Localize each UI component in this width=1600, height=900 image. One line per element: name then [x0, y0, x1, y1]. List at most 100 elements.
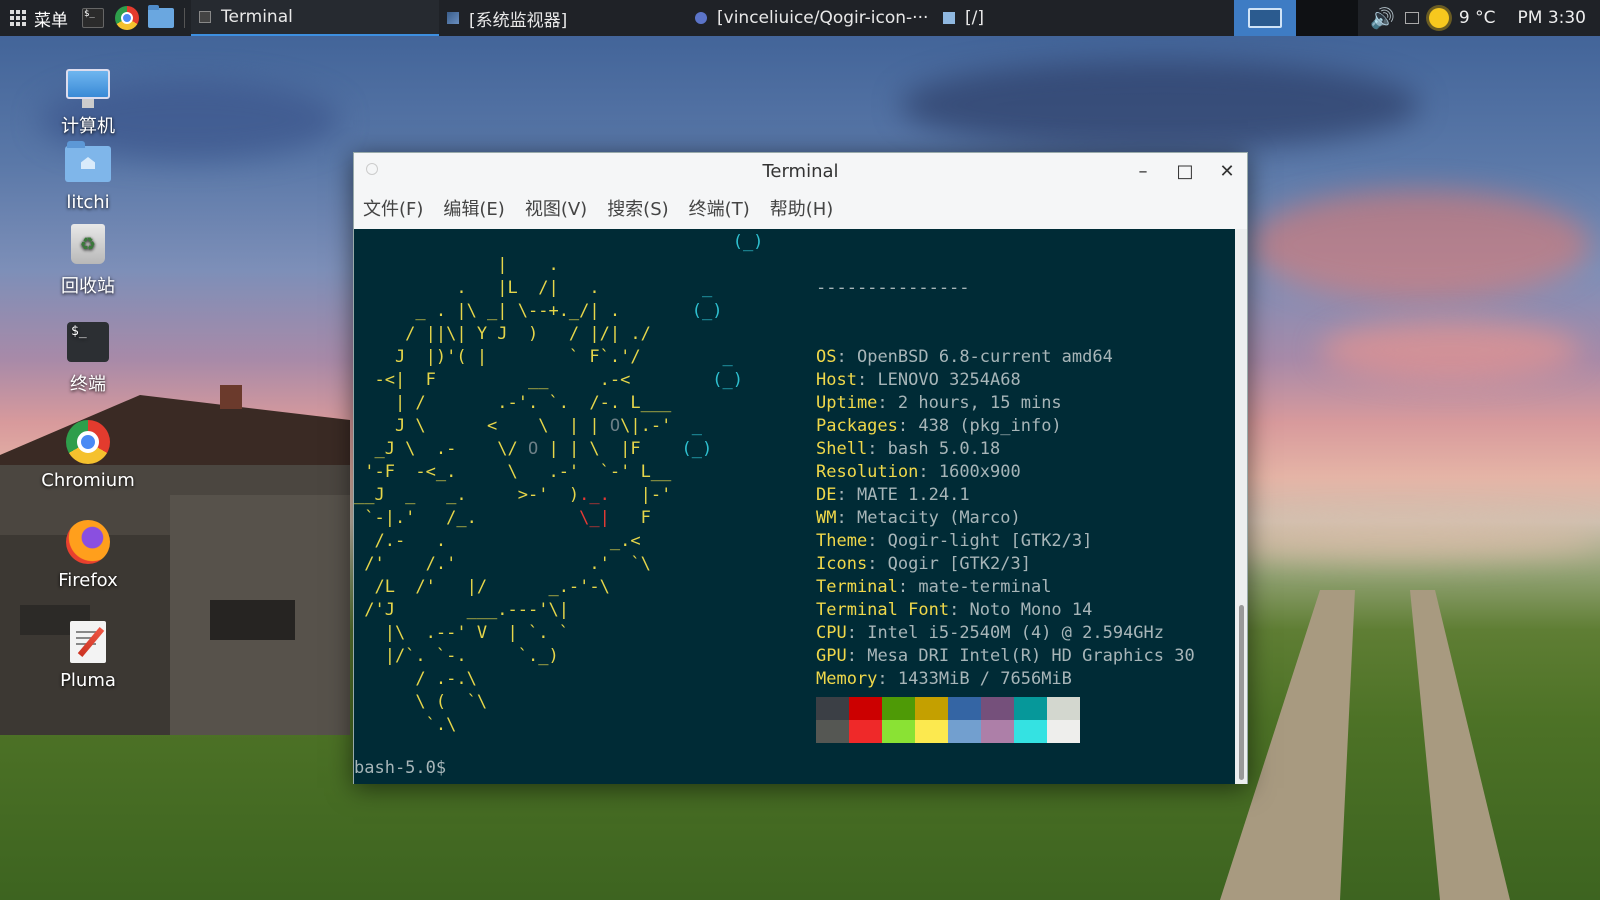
menu-terminal[interactable]: 终端(T): [689, 195, 750, 221]
volume-icon[interactable]: 🔊: [1370, 6, 1395, 30]
menu-view[interactable]: 视图(V): [525, 195, 587, 221]
info-key: CPU: [816, 623, 847, 643]
info-value: 2 hours, 15 mins: [897, 393, 1062, 413]
info-row: Shell: bash 5.0.18: [816, 439, 1001, 459]
info-value: bash 5.0.18: [887, 439, 1001, 459]
info-key: Resolution: [816, 462, 919, 482]
weather-sun-icon[interactable]: [1428, 8, 1449, 28]
task-terminal[interactable]: Terminal: [191, 0, 439, 36]
desktop-icon-terminal[interactable]: $_ 终端: [38, 318, 138, 396]
task-label: Terminal: [221, 7, 293, 27]
info-value: Mesa DRI Intel(R) HD Graphics 30: [867, 646, 1195, 666]
window-menubar: 文件(F) 编辑(E) 视图(V) 搜索(S) 终端(T) 帮助(H): [354, 189, 1247, 227]
info-key: Terminal: [816, 577, 898, 597]
menu-file[interactable]: 文件(F): [363, 195, 423, 221]
menu-search[interactable]: 搜索(S): [607, 195, 668, 221]
info-row: Terminal: mate-terminal: [816, 577, 1052, 597]
folder-icon: [148, 5, 174, 28]
desktop-icon-trash[interactable]: ♻ 回收站: [38, 220, 138, 298]
workspace-1[interactable]: [1234, 0, 1296, 36]
info-value: mate-terminal: [918, 577, 1052, 597]
color-swatch: [948, 720, 981, 743]
chromium-launcher[interactable]: [112, 3, 142, 33]
minimize-button[interactable]: –: [1133, 161, 1153, 182]
desktop-icon-label: litchi: [66, 192, 110, 213]
desktop-icon-label: Firefox: [58, 570, 118, 591]
workspace-preview: [1248, 8, 1282, 28]
task-system-monitor[interactable]: [系统监视器]: [439, 0, 687, 36]
terminal-launcher[interactable]: $_: [78, 3, 108, 33]
info-key: OS: [816, 347, 837, 367]
folder-icon: [943, 12, 955, 24]
window-menu-icon[interactable]: [366, 163, 378, 175]
info-row: Terminal Font: Noto Mono 14: [816, 600, 1093, 620]
info-row: Uptime: 2 hours, 15 mins: [816, 393, 1062, 413]
desktop-icon-chromium[interactable]: Chromium: [38, 418, 138, 491]
desktop-icon-label: 计算机: [61, 116, 115, 137]
desktop-icon-label: 回收站: [61, 276, 115, 297]
info-key: Memory: [816, 669, 878, 689]
color-swatch: [1014, 720, 1047, 743]
info-row: Theme: Qogir-light [GTK2/3]: [816, 531, 1093, 551]
shell-prompt[interactable]: bash-5.0$: [354, 757, 446, 780]
terminal-scrollbar[interactable]: [1235, 229, 1247, 784]
panel-tray: 🔊 9 °C PM 3:30: [1234, 0, 1600, 36]
color-swatch: [882, 697, 915, 720]
home-folder-launcher[interactable]: [146, 3, 176, 33]
terminal-icon: $_: [67, 322, 109, 362]
color-swatch: [1014, 697, 1047, 720]
task-file-manager[interactable]: [/]: [935, 0, 1015, 36]
main-menu-button[interactable]: 菜单: [0, 0, 76, 36]
text-editor-icon: [70, 621, 106, 663]
info-row: Host: LENOVO 3254A68: [816, 370, 1021, 390]
system-info: --------------- OS: OpenBSD 6.8-current …: [816, 231, 1195, 737]
info-key: Icons: [816, 554, 868, 574]
color-swatch: [981, 697, 1014, 720]
info-row: OS: OpenBSD 6.8-current amd64: [816, 347, 1113, 367]
info-row: WM: Metacity (Marco): [816, 508, 1021, 528]
temperature[interactable]: 9 °C: [1459, 8, 1496, 28]
info-row: Memory: 1433MiB / 7656MiB: [816, 669, 1072, 689]
menu-label: 菜单: [34, 10, 68, 31]
info-row: Packages: 438 (pkg_info): [816, 416, 1062, 436]
maximize-button[interactable]: □: [1175, 161, 1195, 182]
chromium-icon: [695, 12, 707, 24]
chromium-icon: [115, 6, 139, 30]
home-folder-icon: [65, 141, 111, 182]
display-icon[interactable]: [1404, 12, 1419, 24]
window-titlebar[interactable]: Terminal – □ ✕: [354, 153, 1247, 189]
workspace-2[interactable]: [1296, 0, 1358, 36]
color-swatch: [1047, 697, 1080, 720]
openbsd-ascii-logo: (_) | . . |L /| . _ _ . |\ _| \--+._/| .…: [354, 232, 764, 735]
info-key: WM: [816, 508, 837, 528]
info-value: Metacity (Marco): [856, 508, 1021, 528]
close-button[interactable]: ✕: [1217, 161, 1237, 182]
chromium-icon: [66, 420, 110, 464]
info-value: 1433MiB / 7656MiB: [897, 669, 1072, 689]
desktop-icon-firefox[interactable]: Firefox: [38, 518, 138, 591]
info-key: Terminal Font: [816, 600, 950, 620]
info-row: CPU: Intel i5-2540M (4) @ 2.594GHz: [816, 623, 1165, 643]
desktop-icon-home[interactable]: litchi: [38, 140, 138, 213]
info-key: DE: [816, 485, 837, 505]
scrollbar-thumb[interactable]: [1239, 605, 1244, 780]
panel-separator: [184, 8, 185, 28]
info-key: Shell: [816, 439, 868, 459]
info-row: GPU: Mesa DRI Intel(R) HD Graphics 30: [816, 646, 1195, 666]
info-value: Qogir-light [GTK2/3]: [887, 531, 1093, 551]
color-swatch: [816, 697, 849, 720]
desktop-icon-computer[interactable]: 计算机: [38, 60, 138, 138]
color-swatch: [915, 697, 948, 720]
menu-edit[interactable]: 编辑(E): [443, 195, 504, 221]
system-monitor-icon: [447, 12, 459, 24]
terminal-output[interactable]: (_) | . . |L /| . _ _ . |\ _| \--+._/| .…: [354, 229, 1237, 784]
menu-help[interactable]: 帮助(H): [770, 195, 834, 221]
info-value: Intel i5-2540M (4) @ 2.594GHz: [867, 623, 1165, 643]
desktop-icon-pluma[interactable]: Pluma: [38, 618, 138, 691]
color-swatch: [849, 697, 882, 720]
info-row: DE: MATE 1.24.1: [816, 485, 970, 505]
clock[interactable]: PM 3:30: [1518, 8, 1587, 28]
info-row: Resolution: 1600x900: [816, 462, 1021, 482]
task-browser[interactable]: [vinceliuice/Qogir-icon-···: [687, 0, 935, 36]
color-palette: [816, 697, 1080, 743]
